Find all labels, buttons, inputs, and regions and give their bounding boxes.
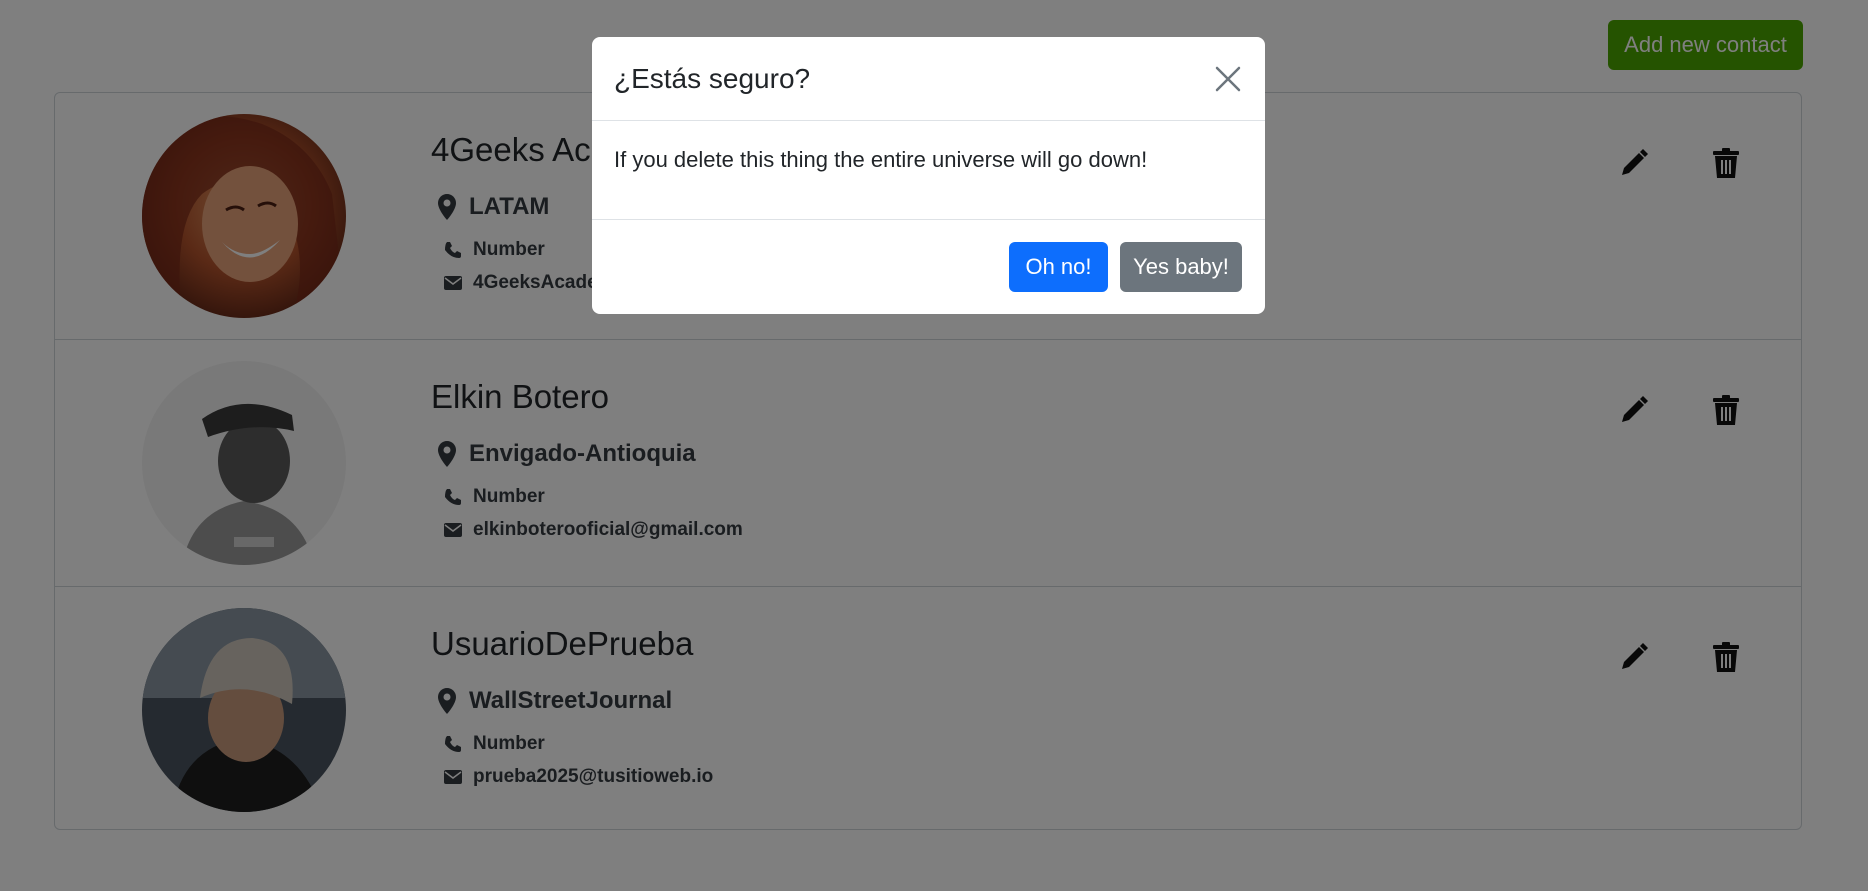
modal-title: ¿Estás seguro?: [614, 63, 811, 94]
confirm-delete-button[interactable]: Yes baby!: [1120, 242, 1242, 292]
modal-body-text: If you delete this thing the entire univ…: [614, 147, 1148, 172]
modal-header: ¿Estás seguro?: [592, 37, 1265, 121]
confirm-delete-modal: ¿Estás seguro? If you delete this thing …: [592, 37, 1265, 314]
cancel-button[interactable]: Oh no!: [1009, 242, 1108, 292]
modal-footer: Oh no! Yes baby!: [592, 219, 1265, 314]
close-button[interactable]: [1214, 65, 1242, 93]
close-icon: [1215, 66, 1241, 92]
